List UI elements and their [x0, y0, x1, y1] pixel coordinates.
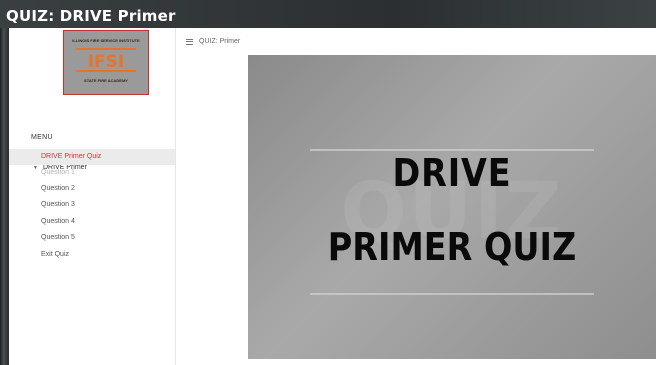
window-titlebar: QUIZ: DRIVE Primer: [0, 0, 656, 28]
background-edge: [0, 28, 9, 365]
slide-heading-line-2: PRIMER QUIZ: [327, 225, 577, 269]
slide-bottom-rule: [310, 293, 594, 295]
slide-heading-line-1: DRIVE: [392, 151, 512, 195]
logo-bottom-text: STATE FIRE ACADEMY: [84, 78, 128, 83]
logo-top-text: ILLINOIS FIRE SERVICE INSTITUTE: [72, 38, 140, 43]
sidebar-item-exit-quiz[interactable]: Exit Quiz: [9, 247, 175, 263]
sidebar-item-question-5[interactable]: Question 5: [9, 230, 175, 246]
breadcrumb-label: QUIZ: Primer: [199, 38, 241, 45]
ifsi-mark-icon: IFSI: [76, 48, 136, 72]
breadcrumb: QUIZ: Primer: [186, 38, 240, 45]
sidebar-item-question-4[interactable]: Question 4: [9, 214, 175, 230]
ifsi-logo[interactable]: ILLINOIS FIRE SERVICE INSTITUTE IFSI STA…: [63, 30, 149, 95]
main-content: QUIZ: Primer QUIZ DRIVE PRIMER QUIZ: [176, 28, 656, 365]
sidebar: ILLINOIS FIRE SERVICE INSTITUTE IFSI STA…: [9, 28, 176, 365]
hamburger-menu-icon[interactable]: [186, 38, 193, 45]
menu-label: MENU: [31, 134, 53, 141]
sidebar-item-drive-primer-quiz[interactable]: DRIVE Primer Quiz: [9, 149, 175, 165]
sidebar-item-question-2[interactable]: Question 2: [9, 181, 175, 197]
logo-mark-text: IFSI: [88, 52, 125, 72]
window-title: QUIZ: DRIVE Primer: [6, 7, 176, 25]
sidebar-item-question-1[interactable]: Question 1: [9, 165, 175, 181]
sidebar-item-question-3[interactable]: Question 3: [9, 197, 175, 213]
quiz-title-slide: QUIZ DRIVE PRIMER QUIZ: [248, 55, 656, 359]
